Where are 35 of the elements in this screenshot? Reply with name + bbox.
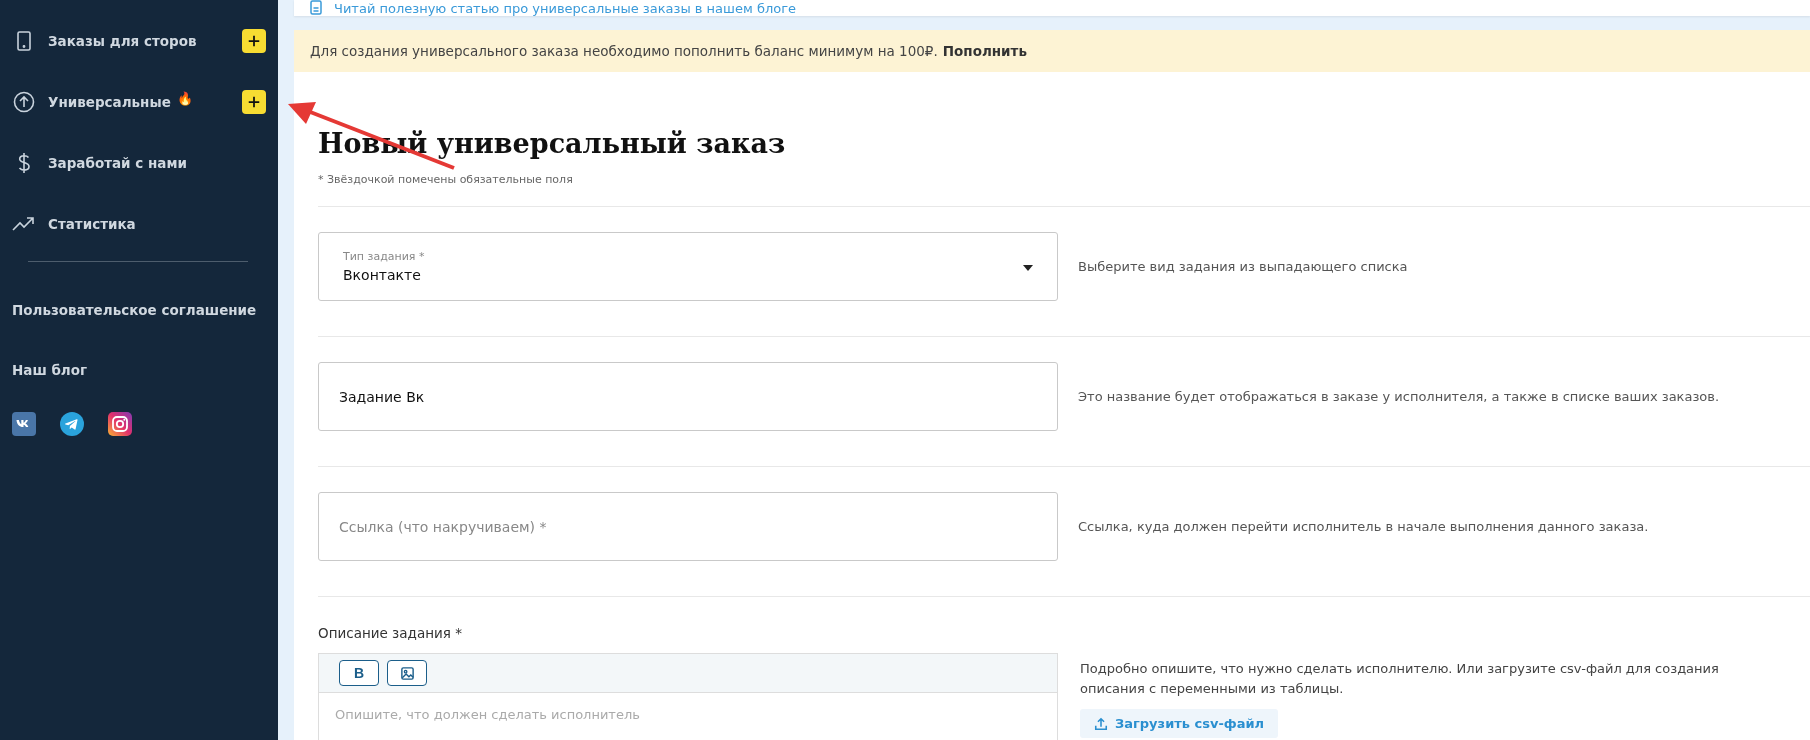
sidebar-link[interactable]: Наш блог [12, 362, 278, 378]
sidebar-item[interactable]: Статистика [48, 216, 136, 232]
add-button[interactable] [242, 29, 266, 53]
field-hint: Ссылка, куда должен перейти исполнитель в начале выполнения данного заказа. [1078, 519, 1649, 534]
required-note: * Звёздочкой помечены обязательные поля [318, 173, 1810, 207]
bold-button[interactable]: B [339, 660, 379, 686]
field-hint: Это название будет отображаться в заказе у исполнителя, а также в списке ваших заказов. [1078, 389, 1720, 404]
instagram-icon[interactable] [108, 412, 132, 436]
fire-emoji: 🔥 [176, 90, 193, 106]
select-label: Тип задания * [343, 250, 426, 263]
sidebar-item[interactable]: Заработай с нами [48, 155, 187, 171]
caret-icon [1023, 265, 1033, 271]
document-icon [308, 0, 324, 16]
top-up-link[interactable]: Пополнить [942, 43, 1027, 59]
add-button[interactable] [242, 90, 266, 114]
image-icon [399, 665, 415, 681]
field-hint: Выберите вид задания из выпадающего списка [1078, 259, 1408, 274]
sidebar-item[interactable]: Универсальные [48, 94, 171, 110]
description-editor[interactable]: B Опишите, что должен сделать исполнитель [318, 653, 1058, 740]
plus-icon [247, 34, 261, 48]
notice-text: Для создания универсального заказа необходимо пополнить баланс минимум на 100₽. [310, 43, 938, 59]
task-type-select[interactable]: Тип задания * Вконтакте [318, 232, 1058, 301]
plus-icon [247, 95, 261, 109]
upload-icon [1094, 716, 1108, 731]
input-field[interactable]: Задание Вк [318, 362, 1058, 431]
arrow-up-circle-icon [12, 90, 36, 114]
telegram-icon[interactable] [60, 412, 84, 436]
image-button[interactable] [387, 660, 427, 686]
sidebar-link[interactable]: Пользовательское соглашение [12, 302, 278, 318]
sidebar-item[interactable]: Заказы для сторов [48, 33, 197, 49]
field-label: Описание задания * [318, 625, 463, 641]
field-hint: Подробно опишите, что нужно сделать исполнителю. Или загрузите csv-файл для создания описания с переменными из таблицы. [1080, 660, 1720, 699]
vk-icon[interactable] [12, 412, 36, 436]
input-field[interactable]: Ссылка (что накручиваем) * [318, 492, 1058, 561]
select-value: Вконтакте [343, 267, 421, 283]
